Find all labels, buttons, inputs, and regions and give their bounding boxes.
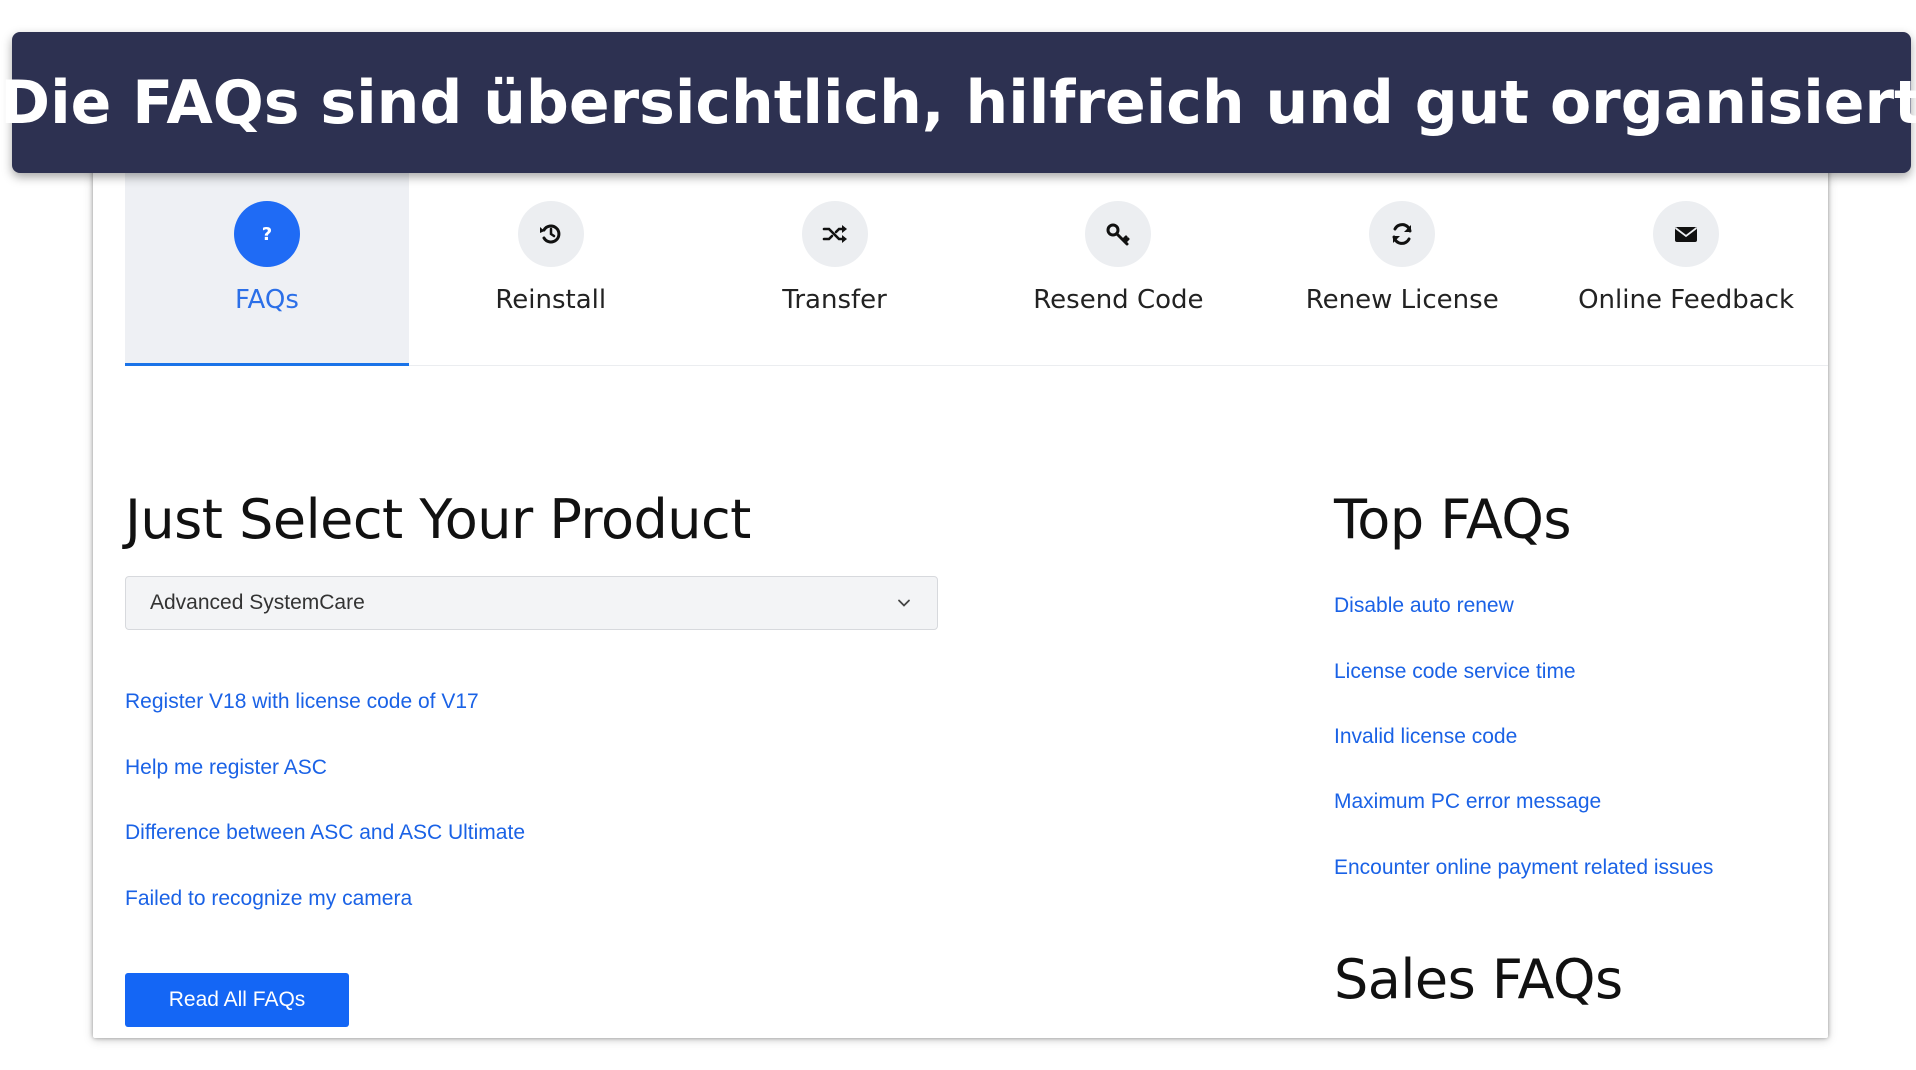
tab-label: Online Feedback: [1578, 285, 1795, 315]
tab-label: FAQs: [234, 285, 299, 315]
key-icon: [1085, 201, 1152, 267]
tab-online-feedback[interactable]: Online Feedback: [1544, 150, 1828, 365]
svg-text:?: ?: [262, 224, 272, 245]
top-faq-link[interactable]: Disable auto renew: [1334, 594, 1514, 618]
tab-label: Renew License: [1305, 285, 1499, 315]
tab-faqs[interactable]: ? FAQs: [125, 150, 409, 366]
tab-resend-code[interactable]: Resend Code: [976, 150, 1260, 365]
tab-bar: ? FAQs Reinstall Transfer Resend Code Re…: [125, 150, 1828, 366]
tab-label: Reinstall: [495, 285, 607, 315]
faq-link[interactable]: Register V18 with license code of V17: [125, 690, 479, 714]
product-heading: Just Select Your Product: [125, 488, 751, 551]
support-page: ? FAQs Reinstall Transfer Resend Code Re…: [93, 150, 1828, 1038]
faq-link[interactable]: Difference between ASC and ASC Ultimate: [125, 821, 525, 845]
top-faq-link[interactable]: Invalid license code: [1334, 725, 1517, 749]
chevron-down-icon: [895, 594, 913, 612]
faq-link[interactable]: Failed to recognize my camera: [125, 887, 412, 911]
envelope-icon: [1653, 201, 1720, 267]
sales-faqs-heading: Sales FAQs: [1334, 948, 1623, 1011]
top-faq-link[interactable]: License code service time: [1334, 660, 1576, 684]
caption-banner: Die FAQs sind übersichtlich, hilfreich u…: [0, 32, 1916, 173]
tab-renew-license[interactable]: Renew License: [1260, 150, 1544, 365]
read-all-faqs-button[interactable]: Read All FAQs: [125, 973, 349, 1027]
tab-label: Transfer: [782, 285, 887, 315]
refresh-icon: [1369, 201, 1436, 267]
faq-link[interactable]: Help me register ASC: [125, 756, 327, 780]
top-faq-link[interactable]: Encounter online payment related issues: [1334, 856, 1713, 880]
product-select-value: Advanced SystemCare: [150, 591, 365, 614]
tab-label: Resend Code: [1033, 285, 1204, 315]
top-faqs-heading: Top FAQs: [1334, 488, 1572, 551]
shuffle-icon: [801, 201, 868, 267]
question-icon: ?: [233, 201, 300, 267]
history-icon: [517, 201, 584, 267]
product-select[interactable]: Advanced SystemCare: [125, 576, 938, 630]
caption-text: Die FAQs sind übersichtlich, hilfreich u…: [0, 67, 1916, 138]
tab-reinstall[interactable]: Reinstall: [409, 150, 693, 365]
tab-transfer[interactable]: Transfer: [693, 150, 977, 365]
top-faq-link[interactable]: Maximum PC error message: [1334, 790, 1601, 814]
